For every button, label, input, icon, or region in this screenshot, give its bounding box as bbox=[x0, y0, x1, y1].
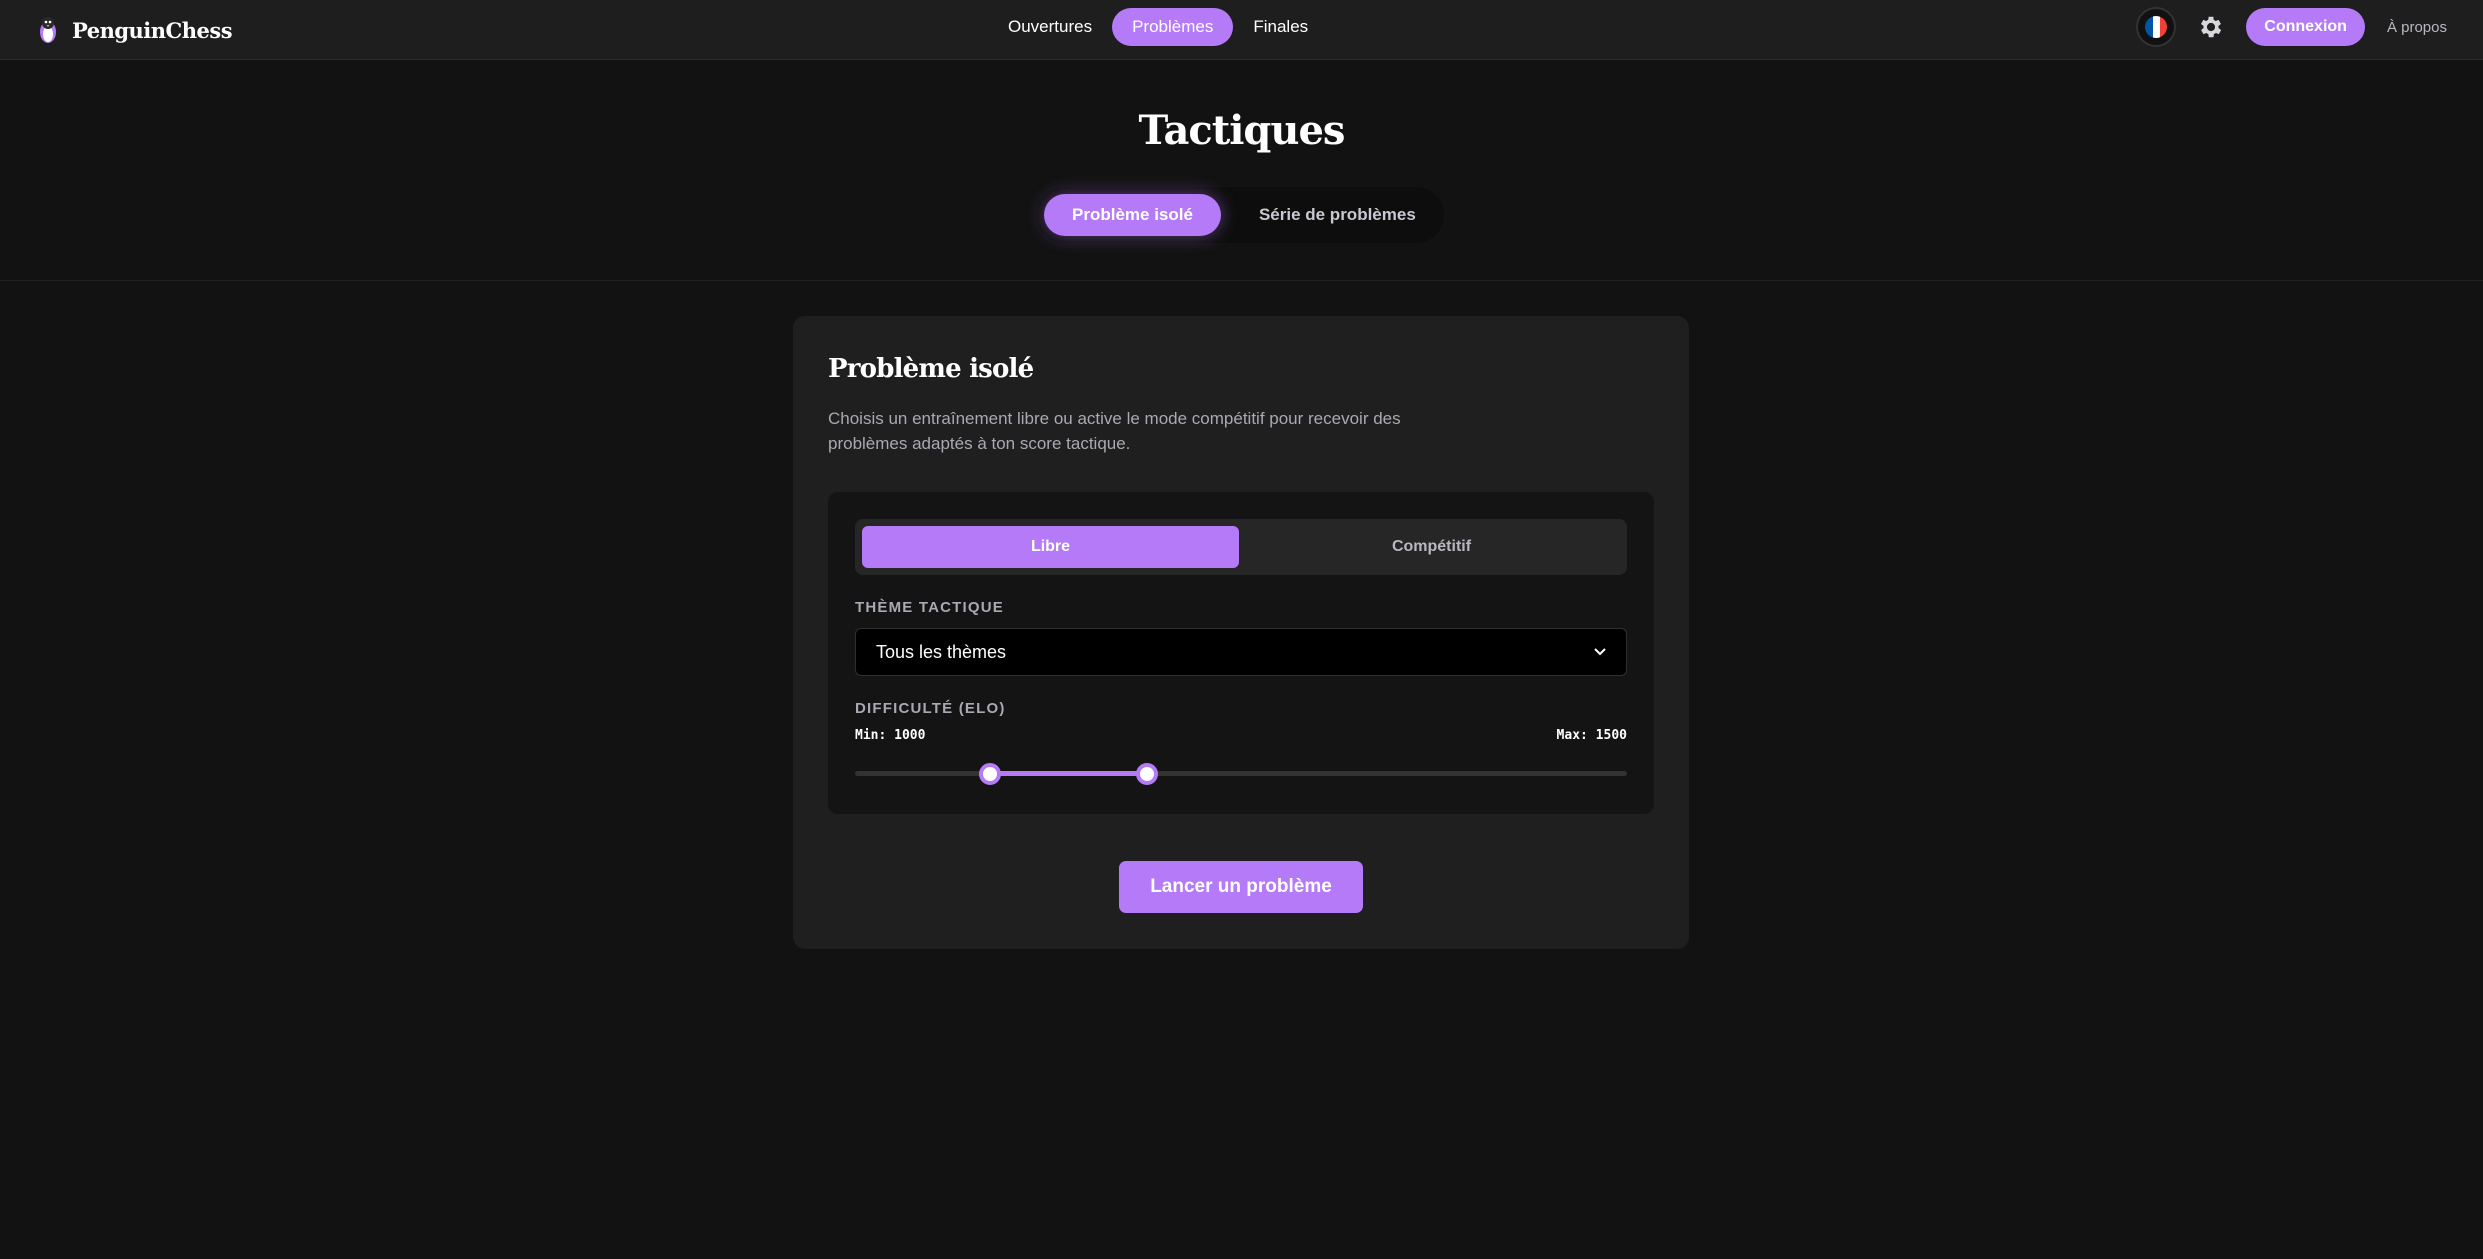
top-navbar: PenguinChess Ouvertures Problèmes Finale… bbox=[0, 0, 2483, 60]
slider-fill bbox=[990, 771, 1147, 776]
mode-switch: Libre Compétitif bbox=[855, 519, 1627, 575]
language-button[interactable] bbox=[2136, 7, 2177, 47]
slider-min-thumb[interactable] bbox=[979, 763, 1002, 785]
theme-select-value: Tous les thèmes bbox=[876, 641, 1007, 662]
difficulty-range-values: Min: 1000 Max: 1500 bbox=[855, 728, 1627, 743]
france-flag-icon bbox=[2145, 16, 2168, 38]
difficulty-slider[interactable] bbox=[855, 761, 1627, 785]
about-link[interactable]: À propos bbox=[2383, 19, 2447, 36]
page-hero: Tactiques Problème isolé Série de problè… bbox=[0, 61, 2483, 281]
slider-track bbox=[855, 771, 1627, 776]
mode-competitive-button[interactable]: Compétitif bbox=[1243, 526, 1620, 568]
brand[interactable]: PenguinChess bbox=[36, 12, 233, 48]
page-title: Tactiques bbox=[1138, 107, 1346, 154]
difficulty-label: Difficulté (ELO) bbox=[855, 700, 1006, 717]
difficulty-max-value: Max: 1500 bbox=[1556, 728, 1627, 743]
theme-label: Thème tactique bbox=[855, 599, 1005, 616]
launch-puzzle-button[interactable]: Lancer un problème bbox=[1119, 861, 1363, 913]
chevron-down-icon bbox=[1594, 648, 1606, 656]
penguin-logo-icon bbox=[40, 17, 56, 43]
header-actions: Connexion À propos bbox=[2136, 7, 2447, 47]
puzzle-type-tabs: Problème isolé Série de problèmes bbox=[1036, 187, 1444, 243]
login-button[interactable]: Connexion bbox=[2246, 8, 2365, 46]
nav-finales[interactable]: Finales bbox=[1233, 8, 1328, 46]
gear-icon bbox=[2201, 16, 2222, 38]
settings-button[interactable] bbox=[2194, 10, 2228, 44]
mode-free-button[interactable]: Libre bbox=[862, 526, 1239, 568]
tab-single-puzzle[interactable]: Problème isolé bbox=[1044, 194, 1221, 236]
theme-select[interactable]: Tous les thèmes bbox=[855, 628, 1627, 676]
card-description: Choisis un entraînement libre ou active … bbox=[828, 409, 1401, 453]
difficulty-min-value: Min: 1000 bbox=[855, 728, 926, 743]
nav-problemes[interactable]: Problèmes bbox=[1112, 8, 1234, 46]
slider-max-thumb[interactable] bbox=[1135, 763, 1158, 785]
settings-panel: Libre Compétitif Thème tactique Tous les… bbox=[828, 492, 1654, 814]
tab-puzzle-series[interactable]: Série de problèmes bbox=[1231, 194, 1444, 236]
main-nav: Ouvertures Problèmes Finales bbox=[988, 8, 1328, 46]
single-puzzle-card: Problème isolé Choisis un entraînement l… bbox=[793, 316, 1689, 949]
card-title: Problème isolé bbox=[828, 354, 1034, 384]
nav-ouvertures[interactable]: Ouvertures bbox=[988, 8, 1112, 46]
brand-name: PenguinChess bbox=[72, 17, 233, 43]
